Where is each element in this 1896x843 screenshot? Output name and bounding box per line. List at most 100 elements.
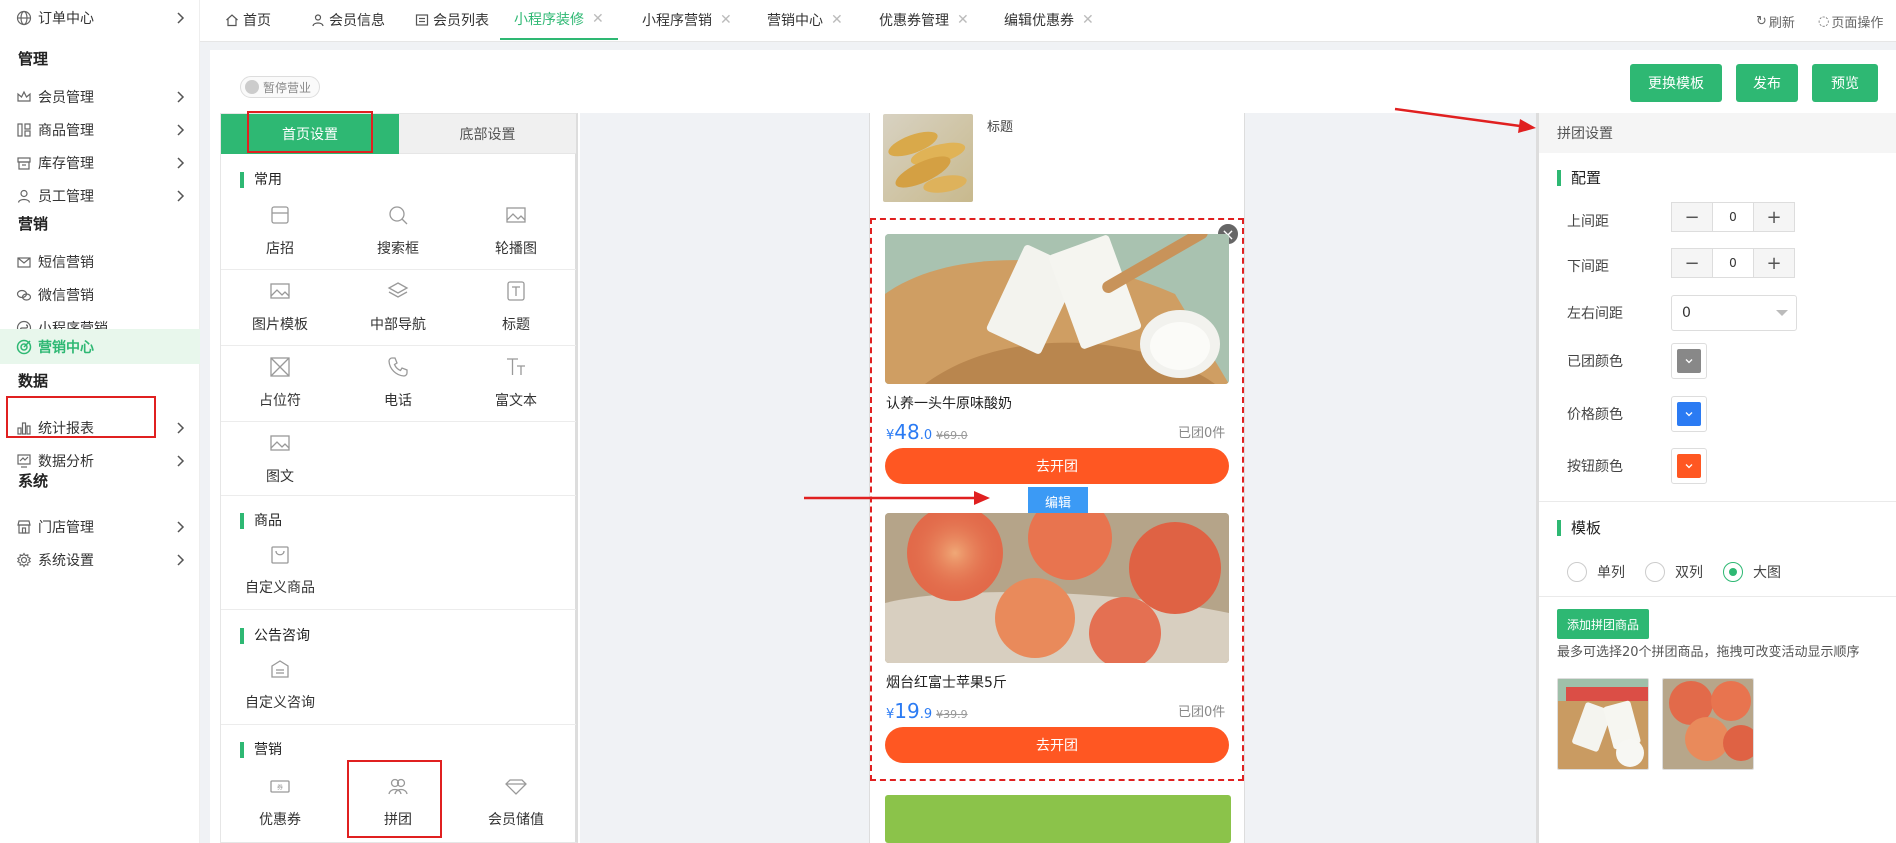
component-custom-notice[interactable]: 自定义咨询 (221, 650, 339, 720)
tab-marketing-center[interactable]: 营销中心 ✕ (767, 0, 843, 40)
side-margin-select[interactable]: 0 (1671, 295, 1797, 331)
sidebar-group-data: 数据 (18, 372, 49, 390)
edit-button[interactable]: 编辑 (1028, 487, 1088, 515)
change-template-button[interactable]: 更换模板 (1630, 64, 1722, 102)
side-margin-label: 左右间距 (1567, 306, 1623, 322)
product-image-yogurt (885, 234, 1229, 384)
sidebar-item-stock[interactable]: 库存管理 (0, 146, 200, 180)
bottom-margin-value[interactable]: 0 (1712, 249, 1754, 277)
component-placeholder[interactable]: 占位符 (221, 348, 339, 418)
tab-mini-marketing[interactable]: 小程序营销 ✕ (642, 0, 732, 40)
tab-member-list[interactable]: 会员列表 (414, 0, 489, 40)
tab-bottom-settings[interactable]: 底部设置 (399, 114, 576, 154)
button-color-picker[interactable] (1671, 448, 1707, 484)
close-icon[interactable]: ✕ (720, 12, 732, 28)
component-rich-text[interactable]: 富文本 (457, 348, 575, 418)
grouped-count: 已团0件 (1178, 705, 1226, 720)
phone-icon (385, 354, 411, 380)
bottom-margin-stepper[interactable]: − 0 + (1671, 248, 1795, 278)
radio-double[interactable]: 双列 (1645, 562, 1703, 582)
gear-icon (14, 550, 34, 570)
component-image-template[interactable]: 图片模板 (221, 272, 339, 342)
radio-single[interactable]: 单列 (1567, 562, 1625, 582)
component-shop-sign[interactable]: 店招 (221, 196, 339, 266)
close-icon[interactable]: ✕ (592, 11, 604, 27)
monitor-chart-icon (14, 451, 34, 471)
publish-button[interactable]: 发布 (1736, 64, 1798, 102)
storefront-icon (267, 202, 293, 228)
sidebar-item-settings[interactable]: 系统设置 (0, 543, 200, 577)
section-marketing: 营销 (240, 742, 282, 758)
add-group-goods-button[interactable]: 添加拼团商品 (1557, 609, 1649, 639)
bag-icon (267, 541, 293, 567)
page-ops-button[interactable]: ◌ 页面操作 (1818, 12, 1883, 31)
component-label: 自定义商品 (245, 580, 315, 596)
sidebar-item-label: 员工管理 (38, 189, 94, 205)
placeholder-icon (267, 354, 293, 380)
product-image-fish (883, 114, 973, 202)
close-icon[interactable]: ✕ (957, 12, 969, 28)
notice-icon (267, 656, 293, 682)
chevron-right-icon (177, 521, 185, 533)
selected-goods-thumb[interactable] (1557, 678, 1649, 770)
close-icon[interactable]: ✕ (1082, 12, 1094, 28)
page-ops-label: 页面操作 (1831, 16, 1884, 31)
tab-home[interactable]: 首页 (224, 0, 271, 40)
tab-coupon-mgmt[interactable]: 优惠券管理 ✕ (879, 0, 969, 40)
start-group-button[interactable]: 去开团 (885, 727, 1229, 763)
sidebar-item-orders[interactable]: 订单中心 (0, 1, 200, 35)
sidebar-item-store[interactable]: 门店管理 (0, 510, 200, 544)
sidebar-item-sms[interactable]: 短信营销 (0, 245, 200, 279)
sidebar-item-label: 商品管理 (38, 123, 94, 139)
pause-toggle[interactable]: 暂停营业 (240, 76, 321, 98)
banner-block[interactable] (885, 795, 1231, 843)
component-label: 电话 (384, 393, 412, 409)
goods-hint: 最多可选择20个拼团商品，拖拽可改变活动显示顺序 (1557, 645, 1860, 660)
minus-button[interactable]: − (1672, 249, 1712, 277)
product-price: ¥48.0 ¥69.0 (886, 420, 968, 444)
selected-goods-thumb[interactable] (1662, 678, 1754, 770)
component-label: 轮播图 (495, 241, 537, 257)
refresh-button[interactable]: ↻ 刷新 (1756, 12, 1795, 31)
minus-button[interactable]: − (1672, 203, 1712, 231)
globe-icon (14, 8, 34, 28)
tab-member-info[interactable]: 会员信息 (310, 0, 385, 40)
tab-edit-coupon[interactable]: 编辑优惠券 ✕ (1004, 0, 1094, 40)
image-icon (267, 278, 293, 304)
sidebar-item-marketing-center[interactable]: 营销中心 (0, 329, 200, 364)
sidebar-item-label: 短信营销 (38, 255, 94, 271)
sidebar-item-goods[interactable]: 商品管理 (0, 113, 200, 147)
component-phone[interactable]: 电话 (339, 348, 457, 418)
start-group-button[interactable]: 去开团 (885, 448, 1229, 484)
svg-text:券: 券 (277, 784, 283, 792)
component-carousel[interactable]: 轮播图 (457, 196, 575, 266)
tab-mini-decoration[interactable]: 小程序装修 ✕ (500, 0, 618, 40)
top-margin-stepper[interactable]: − 0 + (1671, 202, 1795, 232)
component-middle-nav[interactable]: 中部导航 (339, 272, 457, 342)
component-title[interactable]: 标题 (457, 272, 575, 342)
sidebar-item-staff[interactable]: 员工管理 (0, 179, 200, 213)
divider (221, 421, 576, 422)
plus-button[interactable]: + (1754, 203, 1794, 231)
component-search[interactable]: 搜索框 (339, 196, 457, 266)
price-color-picker[interactable] (1671, 396, 1707, 432)
close-icon[interactable]: ✕ (831, 12, 843, 28)
grouped-color-label: 已团颜色 (1567, 354, 1623, 370)
component-image-text[interactable]: 图文 (221, 424, 339, 494)
home-icon (224, 12, 240, 28)
plus-button[interactable]: + (1754, 249, 1794, 277)
list-icon (414, 12, 430, 28)
component-coupon[interactable]: 券 优惠券 (221, 767, 339, 837)
component-custom-goods[interactable]: 自定义商品 (221, 535, 339, 605)
box-icon (14, 153, 34, 173)
grouped-color-picker[interactable] (1671, 343, 1707, 379)
sidebar-item-wechat[interactable]: 微信营销 (0, 278, 200, 312)
product-price: ¥19.9 ¥39.9 (886, 699, 968, 723)
product-image-apple (885, 513, 1229, 663)
radio-large[interactable]: 大图 (1723, 562, 1781, 582)
layers-icon (385, 278, 411, 304)
component-member-recharge[interactable]: 会员储值 (457, 767, 575, 837)
sidebar-item-members[interactable]: 会员管理 (0, 80, 200, 114)
preview-button[interactable]: 预览 (1812, 64, 1878, 102)
top-margin-value[interactable]: 0 (1712, 203, 1754, 231)
